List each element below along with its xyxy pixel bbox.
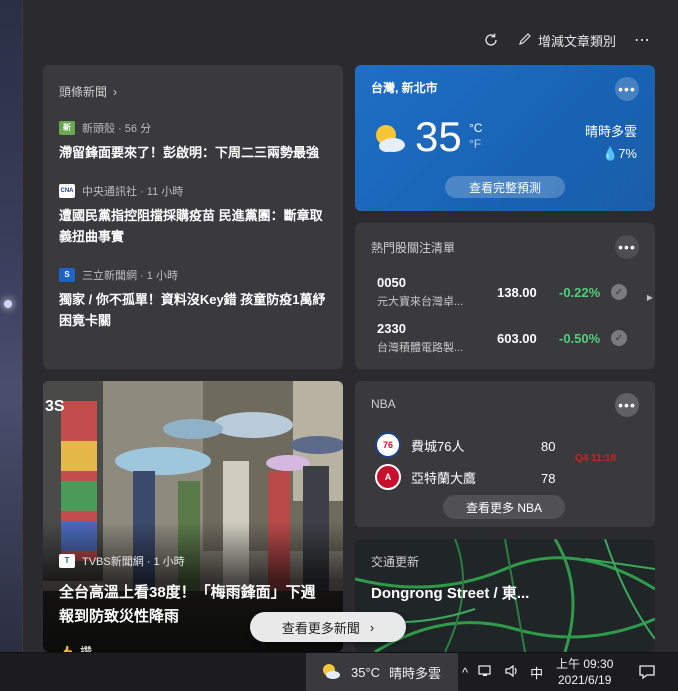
- clock-time: 上午 09:30: [556, 657, 614, 671]
- headlines-title[interactable]: 頭條新聞 ›: [59, 83, 327, 100]
- partly-sunny-icon: [320, 661, 342, 684]
- news-title[interactable]: 滯留鋒面要來了！彭啟明：下周二三兩勢最強: [59, 142, 327, 163]
- tvbs-logo-icon: T: [59, 554, 75, 568]
- team-name: 費城76人: [411, 438, 465, 454]
- stock-price: 138.00: [497, 284, 537, 300]
- volume-icon[interactable]: [504, 664, 520, 681]
- chevron-right-icon: ›: [369, 619, 375, 635]
- game-clock: Q4 11:18: [575, 453, 617, 464]
- like-button[interactable]: 👍 讚: [59, 643, 92, 653]
- chevron-right-icon: ›: [113, 84, 118, 99]
- traffic-title: 交通更新: [371, 555, 420, 569]
- news-item[interactable]: CNA 中央通訊社 · 11 小時 遭國民黨指控阻擋採購疫苗 民進黨團：斷章取義…: [59, 183, 327, 247]
- stock-price: 603.00: [497, 330, 537, 346]
- team-score: 80: [541, 439, 556, 454]
- news-source: 三立新聞網 · 1 小時: [82, 270, 178, 282]
- stocks-title: 熱門股關注清單: [371, 241, 456, 255]
- photo-news-source: T TVBS新聞網 · 1 小時: [59, 553, 185, 569]
- nba-score-card[interactable]: NBA ••• 76 費城76人 80 A 亞特蘭大鷹 78 Q4 11:18 …: [355, 381, 655, 527]
- weather-more-button[interactable]: •••: [615, 77, 639, 101]
- news-item[interactable]: S 三立新聞網 · 1 小時 獨家 / 你不孤單！資料沒Key錯 孩童防疫1萬紓…: [59, 267, 327, 331]
- pencil-icon: [518, 32, 532, 49]
- raindrop-icon: 💧: [602, 146, 619, 161]
- news-source: 中央通訊社 · 11 小時: [82, 186, 184, 198]
- network-icon[interactable]: [478, 664, 494, 681]
- temperature-units[interactable]: °C °F: [469, 120, 482, 152]
- stocks-more-button[interactable]: •••: [615, 235, 639, 259]
- news-title[interactable]: 遭國民黨指控阻擋採購疫苗 民進黨團：斷章取義扭曲事實: [59, 205, 327, 247]
- stock-row[interactable]: 0050 元大寶來台灣卓... 138.00 -0.22% ✓: [377, 275, 637, 309]
- stock-symbol: 2330: [377, 321, 406, 336]
- desktop-wallpaper: [0, 0, 22, 652]
- news-title[interactable]: 獨家 / 你不孤單！資料沒Key錯 孩童防疫1萬紓困竟卡關: [59, 289, 327, 331]
- precipitation: 7%: [618, 146, 637, 161]
- taskbar-condition: 晴時多雲: [389, 666, 442, 681]
- team-score: 78: [541, 471, 556, 486]
- source-logo-icon: S: [59, 268, 75, 282]
- nba-more-button[interactable]: •••: [615, 393, 639, 417]
- weather-condition-block: 晴時多雲 💧7%: [585, 121, 637, 165]
- thumbs-up-icon: 👍: [59, 644, 74, 653]
- hawks-logo-icon: A: [375, 464, 401, 490]
- news-source: 新頭殼 · 56 分: [82, 123, 152, 135]
- traffic-street[interactable]: Dongrong Street / 東...: [371, 582, 639, 603]
- stock-name: 台灣積體電路製...: [377, 342, 464, 354]
- refresh-icon[interactable]: [482, 31, 500, 49]
- panel-toolbar: 增減文章類別 ⋯: [482, 26, 650, 54]
- taskbar-weather-button[interactable]: 35°C 晴時多雲: [306, 653, 458, 691]
- checkmark-icon[interactable]: ✓: [611, 284, 627, 300]
- stock-watchlist-card: 熱門股關注清單 ••• 0050 元大寶來台灣卓... 138.00 -0.22…: [355, 223, 655, 369]
- more-news-button[interactable]: 查看更多新聞 ›: [250, 612, 406, 642]
- team-name: 亞特蘭大鷹: [411, 470, 477, 486]
- edit-categories-label: 增減文章類別: [537, 33, 616, 49]
- weather-condition: 晴時多雲: [584, 124, 637, 139]
- more-nba-button[interactable]: 查看更多 NBA: [443, 495, 565, 519]
- partly-sunny-icon: [371, 121, 409, 160]
- stock-symbol: 0050: [377, 275, 406, 290]
- weather-location: 台灣, 新北市: [371, 81, 438, 95]
- ime-indicator[interactable]: 中: [530, 663, 543, 682]
- news-item[interactable]: 新 新頭殼 · 56 分 滯留鋒面要來了！彭啟明：下周二三兩勢最強: [59, 120, 327, 163]
- team-row: A 亞特蘭大鷹: [375, 464, 476, 490]
- more-options-button[interactable]: ⋯: [634, 30, 650, 50]
- clock-date: 2021/6/19: [557, 673, 612, 687]
- svg-text:3S: 3S: [45, 398, 65, 415]
- next-arrow-icon[interactable]: ▶: [647, 293, 653, 302]
- stock-row[interactable]: 2330 台灣積體電路製... 603.00 -0.50% ✓: [377, 321, 637, 355]
- taskbar: 35°C 晴時多雲 ^ 中 上午 09:30 2021/6/19: [0, 652, 678, 691]
- team-row: 76 費城76人: [375, 432, 464, 458]
- unit-celsius[interactable]: °C: [469, 120, 482, 136]
- top-headlines-card: 頭條新聞 › 新 新頭殼 · 56 分 滯留鋒面要來了！彭啟明：下周二三兩勢最強…: [43, 65, 343, 369]
- taskbar-temp: 35°C: [351, 665, 381, 680]
- stock-change: -0.22%: [559, 284, 601, 300]
- news-and-interests-panel: 增減文章類別 ⋯ 頭條新聞 › 新 新頭殼 · 56 分 滯留鋒面要來了！彭啟明…: [22, 0, 678, 652]
- notification-icon[interactable]: [638, 663, 656, 684]
- stock-name: 元大寶來台灣卓...: [377, 296, 464, 308]
- source-logo-icon: CNA: [59, 184, 75, 198]
- source-logo-icon: 新: [59, 121, 75, 135]
- nba-title: NBA: [371, 397, 396, 411]
- full-forecast-button[interactable]: 查看完整預測: [445, 176, 565, 198]
- 76ers-logo-icon: 76: [375, 432, 401, 458]
- taskbar-clock[interactable]: 上午 09:30 2021/6/19: [556, 656, 613, 688]
- system-tray: ^ 中: [462, 653, 543, 691]
- stock-change: -0.50%: [559, 330, 601, 346]
- edit-categories-button[interactable]: 增減文章類別: [518, 31, 616, 50]
- weather-card[interactable]: 台灣, 新北市 ••• 35 °C °F 晴時多雲 💧7% 查看完整預測: [355, 65, 655, 211]
- weather-temperature: 35: [415, 113, 462, 160]
- checkmark-icon[interactable]: ✓: [611, 330, 627, 346]
- chevron-up-icon[interactable]: ^: [462, 665, 468, 680]
- unit-fahrenheit[interactable]: °F: [469, 136, 482, 152]
